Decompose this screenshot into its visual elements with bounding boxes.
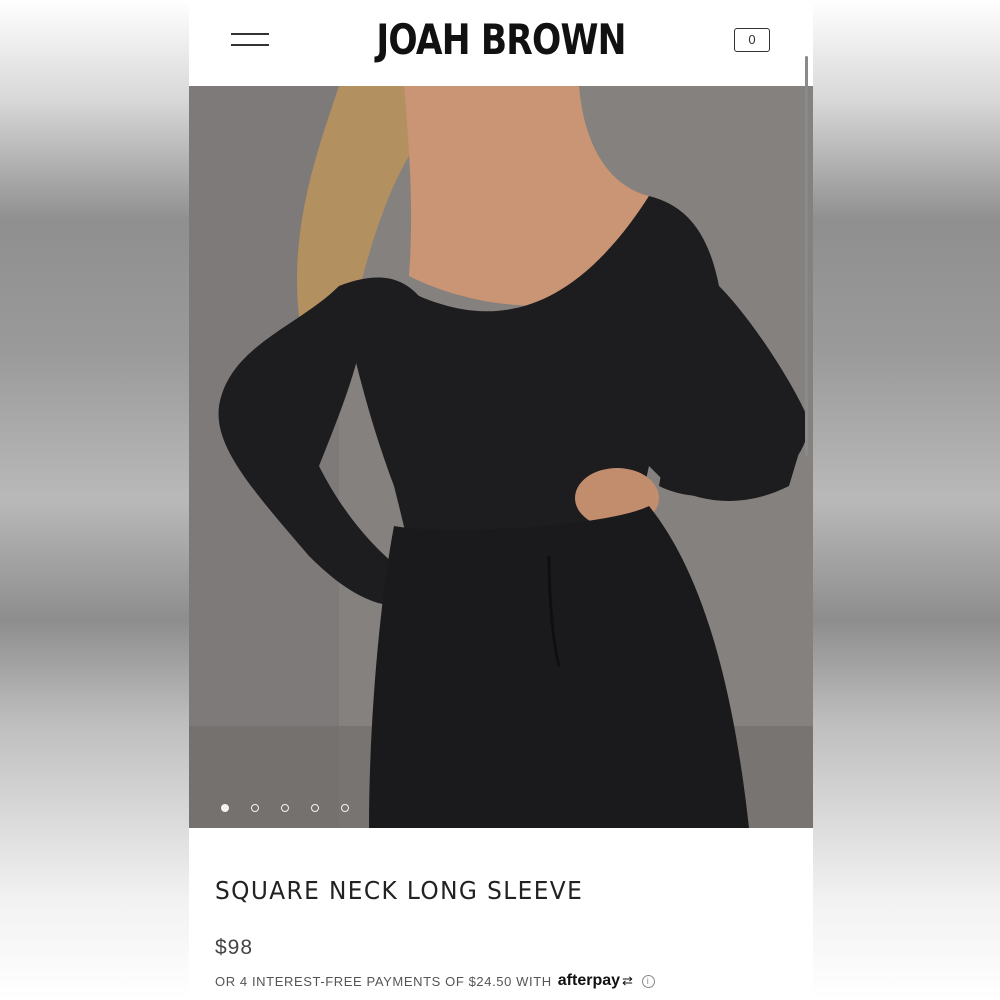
carousel-dot-1[interactable] [221, 804, 229, 812]
cart-count: 0 [748, 32, 756, 47]
carousel-dot-4[interactable] [311, 804, 319, 812]
carousel-dot-5[interactable] [341, 804, 349, 812]
afterpay-icon: ⇄ [622, 973, 634, 988]
brand-logo[interactable]: JOAH BROWN [368, 14, 634, 66]
carousel-dots [221, 804, 349, 816]
cart-icon[interactable]: 0 [734, 28, 770, 52]
mobile-page: JOAH BROWN 0 SQUARE NECK LONG SLEEVE $98… [189, 0, 813, 1000]
carousel-dot-3[interactable] [281, 804, 289, 812]
scrollbar[interactable] [805, 56, 808, 456]
afterpay-logo[interactable]: afterpay [558, 972, 620, 990]
carousel-dot-2[interactable] [251, 804, 259, 812]
site-header: JOAH BROWN 0 [189, 0, 813, 86]
info-icon[interactable]: i [641, 974, 655, 988]
product-price: $98 [215, 936, 254, 959]
product-image[interactable] [189, 86, 813, 828]
hamburger-icon[interactable] [231, 30, 269, 50]
afterpay-message: OR 4 INTEREST-FREE PAYMENTS OF $24.50 WI… [215, 972, 655, 990]
product-photo [189, 86, 813, 828]
product-title: SQUARE NECK LONG SLEEVE [215, 876, 584, 905]
installments-text: OR 4 INTEREST-FREE PAYMENTS OF $24.50 WI… [215, 973, 552, 989]
